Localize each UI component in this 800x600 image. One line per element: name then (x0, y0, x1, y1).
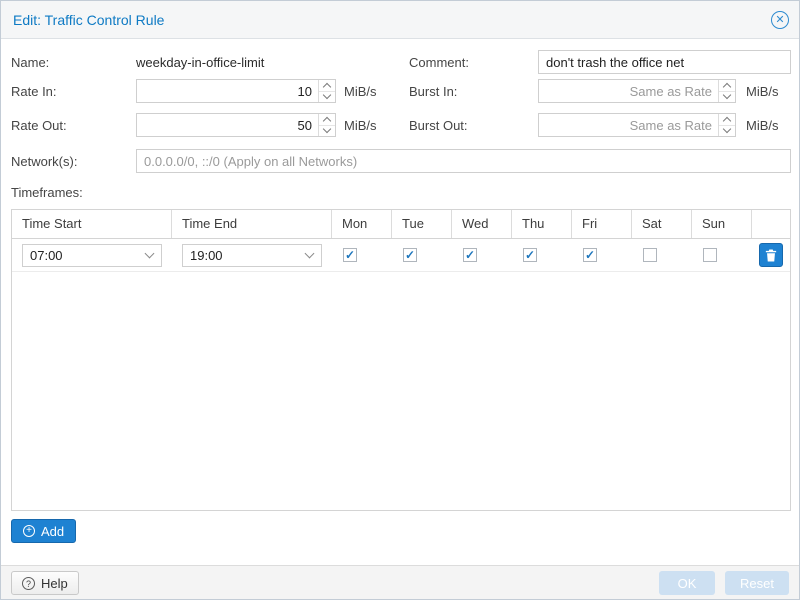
traffic-control-edit-dialog: Edit: Traffic Control Rule ✕ Name: weekd… (0, 0, 800, 600)
checkbox-sat[interactable] (643, 248, 657, 262)
add-button-label: Add (41, 524, 64, 539)
spinner-down-icon[interactable] (319, 126, 335, 137)
spinner-down-icon[interactable] (719, 126, 735, 137)
name-label: Name: (11, 55, 49, 70)
column-header-sun[interactable]: Sun (692, 210, 752, 238)
checkbox-wed[interactable] (463, 248, 477, 262)
burst-out-spinner (718, 114, 735, 136)
rate-out-unit: MiB/s (344, 118, 377, 133)
time-start-select[interactable]: 07:00 (22, 244, 162, 267)
spinner-down-icon[interactable] (319, 92, 335, 103)
rate-out-input[interactable] (137, 114, 318, 136)
dialog-titlebar: Edit: Traffic Control Rule ✕ (1, 1, 799, 39)
chevron-down-icon (305, 249, 315, 259)
networks-label: Network(s): (11, 154, 77, 169)
burst-out-field (538, 113, 736, 137)
rate-in-spinner (318, 80, 335, 102)
reset-button[interactable]: Reset (725, 571, 789, 595)
column-header-fri[interactable]: Fri (572, 210, 632, 238)
dialog-body: Name: weekday-in-office-limit Comment: R… (1, 39, 799, 565)
dialog-footer: ? Help OK Reset (1, 565, 799, 599)
trash-icon (765, 249, 777, 262)
burst-out-input[interactable] (539, 114, 718, 136)
burst-in-input[interactable] (539, 80, 718, 102)
timeframes-label: Timeframes: (11, 185, 83, 200)
delete-row-button[interactable] (759, 243, 783, 267)
ok-button[interactable]: OK (659, 571, 715, 595)
column-header-thu[interactable]: Thu (512, 210, 572, 238)
name-value: weekday-in-office-limit (136, 55, 264, 70)
column-header-mon[interactable]: Mon (332, 210, 392, 238)
burst-in-unit: MiB/s (746, 84, 779, 99)
burst-in-field (538, 79, 736, 103)
column-header-tue[interactable]: Tue (392, 210, 452, 238)
burst-out-unit: MiB/s (746, 118, 779, 133)
timeframes-table: Time Start Time End Mon Tue Wed Thu Fri … (11, 209, 791, 511)
add-timeframe-button[interactable]: + Add (11, 519, 76, 543)
comment-label: Comment: (409, 55, 469, 70)
close-icon[interactable]: ✕ (771, 11, 789, 29)
column-header-time-end[interactable]: Time End (172, 210, 332, 238)
rate-in-input[interactable] (137, 80, 318, 102)
dialog-title: Edit: Traffic Control Rule (13, 12, 164, 28)
checkbox-fri[interactable] (583, 248, 597, 262)
help-button-label: Help (41, 576, 68, 591)
rate-in-field (136, 79, 336, 103)
help-button[interactable]: ? Help (11, 571, 79, 595)
time-end-select[interactable]: 19:00 (182, 244, 322, 267)
time-end-value: 19:00 (190, 248, 306, 263)
spinner-down-icon[interactable] (719, 92, 735, 103)
checkbox-thu[interactable] (523, 248, 537, 262)
plus-circle-icon: + (23, 525, 35, 537)
column-header-actions (752, 210, 790, 238)
rate-out-spinner (318, 114, 335, 136)
checkbox-tue[interactable] (403, 248, 417, 262)
table-header-row: Time Start Time End Mon Tue Wed Thu Fri … (12, 210, 790, 239)
column-header-wed[interactable]: Wed (452, 210, 512, 238)
burst-in-spinner (718, 80, 735, 102)
burst-out-label: Burst Out: (409, 118, 468, 133)
checkbox-mon[interactable] (343, 248, 357, 262)
checkbox-sun[interactable] (703, 248, 717, 262)
time-start-value: 07:00 (30, 248, 146, 263)
column-header-sat[interactable]: Sat (632, 210, 692, 238)
rate-in-unit: MiB/s (344, 84, 377, 99)
chevron-down-icon (145, 249, 155, 259)
burst-in-label: Burst In: (409, 84, 457, 99)
table-row[interactable]: 07:00 19:00 (12, 239, 790, 272)
question-circle-icon: ? (22, 577, 35, 590)
rate-out-label: Rate Out: (11, 118, 67, 133)
rate-in-label: Rate In: (11, 84, 57, 99)
rate-out-field (136, 113, 336, 137)
networks-input[interactable] (136, 149, 791, 173)
comment-input[interactable] (538, 50, 791, 74)
column-header-time-start[interactable]: Time Start (12, 210, 172, 238)
